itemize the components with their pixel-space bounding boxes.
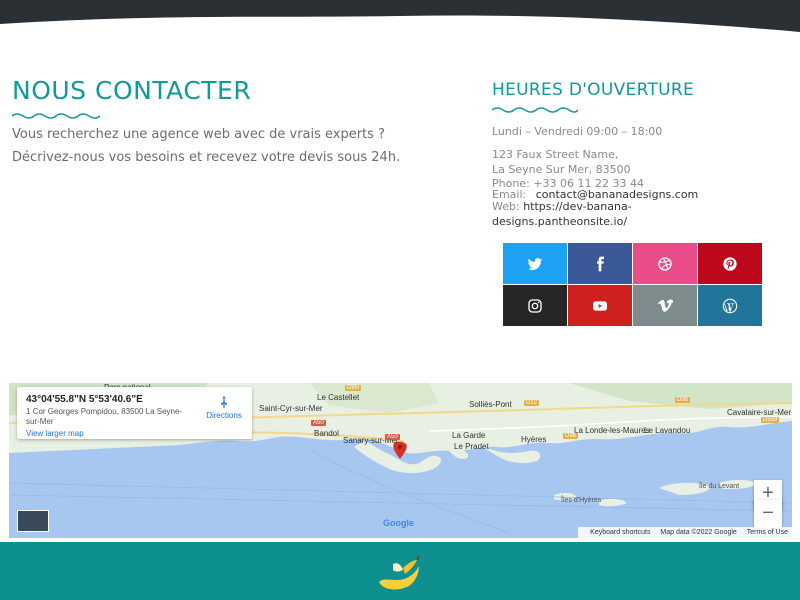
wordpress-icon: [722, 298, 738, 313]
road-d559: D559: [761, 417, 780, 423]
vimeo-link[interactable]: [633, 285, 697, 326]
view-larger-map-link[interactable]: View larger map: [26, 429, 84, 438]
terms-link[interactable]: Terms of Use: [747, 529, 788, 536]
wordpress-link[interactable]: [698, 285, 762, 326]
place-bandol: Bandol: [314, 429, 339, 438]
youtube-icon: [593, 300, 607, 311]
place-levant: Île du Levant: [699, 483, 740, 490]
keyboard-shortcuts-link[interactable]: Keyboard shortcuts: [590, 529, 650, 536]
intro-line-2: Décrivez-nous vos besoins et recevez vot…: [12, 150, 401, 165]
map-coordinates: 43°04'55.8"N 5°53'40.6"E: [26, 394, 143, 405]
youtube-link[interactable]: [568, 285, 632, 326]
zoom-out-button[interactable]: −: [754, 500, 782, 528]
road-a50-a: A50: [311, 420, 326, 426]
google-map[interactable]: Parc national Le Castellet Saint-Cyr-sur…: [9, 383, 792, 538]
address-line-1: 123 Faux Street Name,: [492, 148, 619, 161]
twitter-icon: [527, 257, 543, 270]
google-logo: Google: [383, 518, 414, 528]
road-d12: D12: [524, 400, 540, 406]
pinterest-link[interactable]: [698, 243, 762, 284]
banana-logo-icon[interactable]: [373, 554, 423, 594]
pinterest-icon: [723, 256, 737, 271]
intro-line-1: Vous recherchez une agence web avec de v…: [12, 127, 385, 142]
satellite-toggle[interactable]: [17, 510, 49, 532]
dribbble-link[interactable]: [633, 243, 697, 284]
place-saint-cyr: Saint-Cyr-sur-Mer: [259, 404, 323, 413]
contact-title: NOUS CONTACTER: [12, 76, 252, 105]
vimeo-icon: [658, 299, 673, 312]
directions-icon: [221, 396, 227, 408]
web-link-line-1[interactable]: https://dev-banana-: [523, 200, 631, 213]
map-attribution: Keyboard shortcuts Map data ©2022 Google…: [578, 527, 792, 538]
map-info-card: 43°04'55.8"N 5°53'40.6"E 1 Cor Georges P…: [17, 387, 252, 439]
top-wave-divider: [0, 0, 800, 32]
place-le-pradet: Le Pradet: [454, 442, 489, 451]
place-cavalaire: Cavalaire-sur-Mer: [727, 408, 792, 417]
map-address: 1 Cor Georges Pompidou, 83500 La Seyne-s…: [26, 407, 183, 426]
place-iles: Îles d'Hyères: [561, 497, 602, 504]
place-la-garde: La Garde: [452, 431, 486, 440]
instagram-icon: [528, 298, 542, 313]
twitter-link[interactable]: [503, 243, 567, 284]
google-logo-text: Google: [383, 518, 414, 528]
road-d8: D8N: [345, 385, 362, 391]
web-row: Web: https://dev-banana- designs.pantheo…: [492, 199, 632, 229]
directions-label: Directions: [206, 411, 242, 420]
road-a50-b: A50: [385, 434, 400, 440]
footer: [0, 542, 800, 600]
web-link-line-2[interactable]: designs.pantheonsite.io/: [492, 214, 632, 229]
road-d98b: D98: [563, 433, 579, 439]
hours-title: HEURES D'OUVERTURE: [492, 80, 695, 100]
address-line-2: La Seyne Sur Mer, 83500: [492, 163, 631, 176]
address: 123 Faux Street Name, La Seyne Sur Mer, …: [492, 147, 631, 177]
contact-intro: Vous recherchez une agence web avec de v…: [12, 128, 472, 174]
opening-hours: Lundi – Vendredi 09:00 – 18:00: [492, 125, 663, 138]
place-le-castellet: Le Castellet: [317, 393, 360, 402]
place-lavandou: Le Lavandou: [644, 426, 691, 435]
title-underline-right: [492, 107, 578, 113]
social-links-grid: [503, 243, 762, 326]
map-data-label: Map data ©2022 Google: [660, 529, 737, 536]
road-d98: D98: [675, 397, 691, 403]
place-hyeres: Hyères: [521, 435, 547, 444]
title-underline-left: [12, 113, 100, 119]
place-londe: La Londe-les-Maures: [574, 426, 650, 435]
directions-button[interactable]: Directions: [199, 395, 249, 420]
web-label: Web:: [492, 200, 520, 213]
facebook-icon: [597, 256, 604, 271]
dribbble-icon: [658, 256, 672, 271]
instagram-link[interactable]: [503, 285, 567, 326]
place-sollies-pont: Solliès-Pont: [469, 400, 512, 409]
facebook-link[interactable]: [568, 243, 632, 284]
